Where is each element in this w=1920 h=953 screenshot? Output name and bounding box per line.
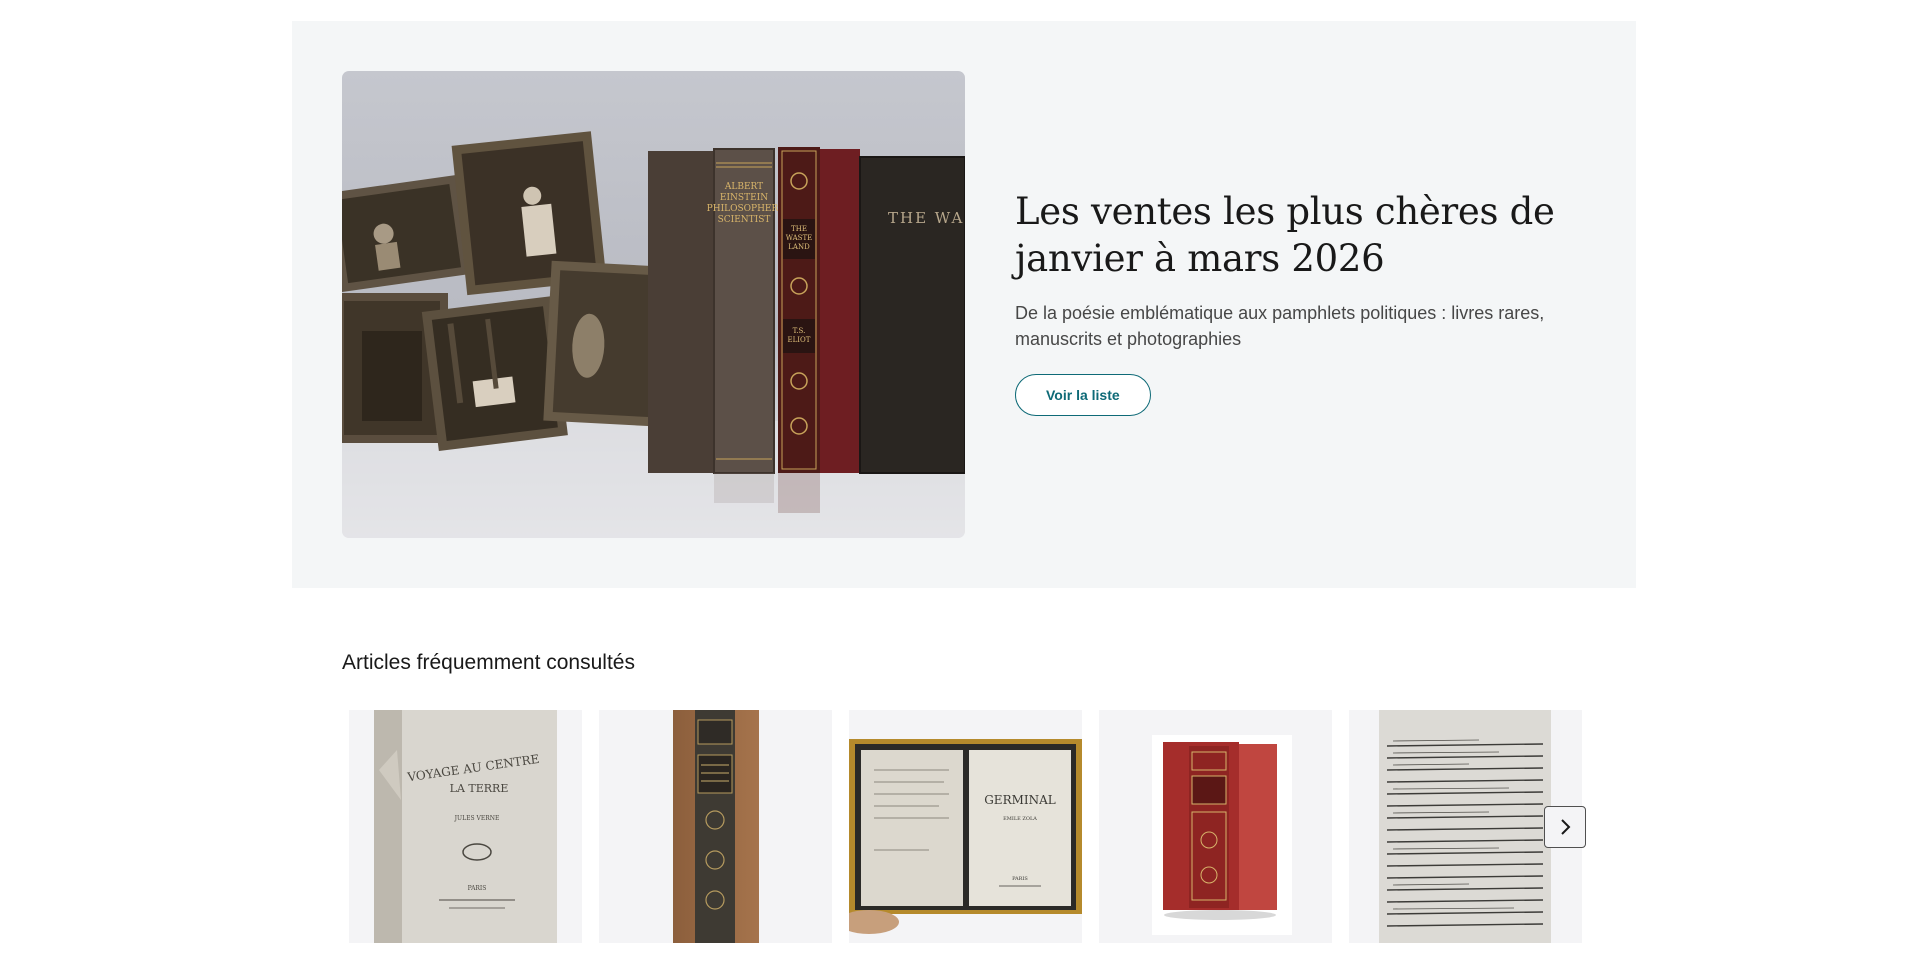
- hero-title: Les ventes les plus chères de janvier à …: [1015, 190, 1555, 280]
- hero-subtitle: De la poésie emblématique aux pamphlets …: [1015, 303, 1545, 349]
- card-1-author-line: JULES VERNE: [454, 815, 500, 822]
- hero-image[interactable]: ALBERT EINSTEIN PHILOSOPHER-SCIENTIST THE W…: [342, 71, 965, 538]
- card-1-subtitle-line: LA TERRE: [450, 782, 509, 795]
- card-3-author-line: EMILE ZOLA: [1003, 816, 1037, 822]
- hero-banner: ALBERT EINSTEIN PHILOSOPHER-SCIENTIST THE W…: [292, 21, 1636, 588]
- frequently-viewed-title: Articles fréquemment consultés: [342, 651, 635, 674]
- hero-text: Les ventes les plus chères de janvier à …: [1015, 188, 1575, 416]
- hero-image-cover-text: THE WAST: [888, 209, 965, 227]
- chevron-right-icon: [1561, 819, 1571, 835]
- card-3-title-line: GERMINAL: [984, 793, 1056, 807]
- card-1-city-line: PARIS: [468, 885, 487, 892]
- see-list-button[interactable]: Voir la liste: [1015, 374, 1151, 416]
- product-card-decorated-spine[interactable]: [599, 710, 832, 943]
- frequently-viewed-carousel: VOYAGE AU CENTRE LA TERRE JULES VERNE PA…: [349, 710, 1589, 953]
- page: ALBERT EINSTEIN PHILOSOPHER-SCIENTIST THE W…: [0, 0, 1920, 953]
- product-card-red-volume[interactable]: [1099, 710, 1332, 943]
- product-card-voyage-au-centre[interactable]: VOYAGE AU CENTRE LA TERRE JULES VERNE PA…: [349, 710, 582, 943]
- card-3-city-line: PARIS: [1012, 876, 1028, 882]
- carousel-next-button[interactable]: [1544, 806, 1586, 848]
- product-card-germinal[interactable]: GERMINAL EMILE ZOLA PARIS: [849, 710, 1082, 943]
